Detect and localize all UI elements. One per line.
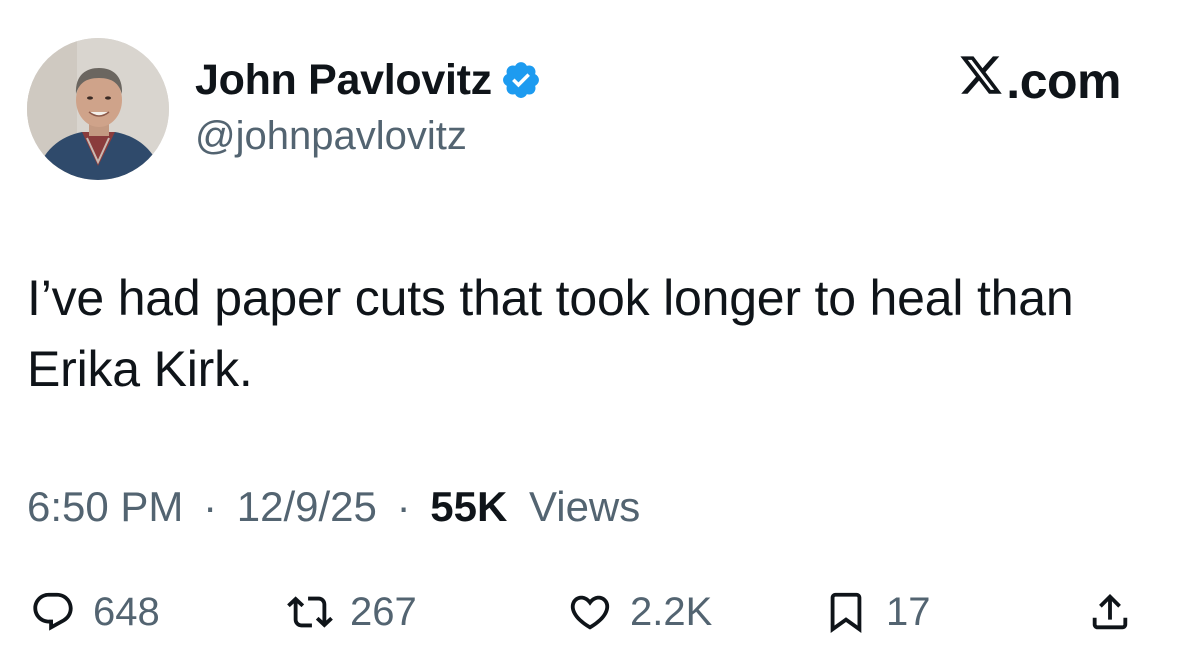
- reply-icon: [33, 592, 73, 631]
- meta-separator: ·: [203, 483, 218, 530]
- source-label: .com: [958, 52, 1121, 110]
- tweet-time[interactable]: 6:50 PM: [27, 483, 183, 530]
- x-logo-icon: [958, 52, 1006, 110]
- views-count: 55K: [430, 483, 508, 530]
- tweet-date[interactable]: 12/9/25: [237, 483, 377, 530]
- source-domain-text: .com: [1006, 53, 1121, 109]
- share-icon: [1092, 593, 1128, 630]
- bookmark-button[interactable]: 17: [823, 585, 931, 639]
- tweet-card: John Pavlovitz @johnpavlovitz .com I’ve …: [0, 0, 1179, 657]
- reply-button[interactable]: 648: [30, 585, 160, 639]
- like-icon: [570, 595, 610, 630]
- repost-icon: [287, 596, 333, 628]
- bookmark-icon: [830, 592, 862, 633]
- like-button[interactable]: 2.2K: [567, 585, 712, 639]
- author-name-row: John Pavlovitz: [195, 55, 542, 105]
- author-handle[interactable]: @johnpavlovitz: [195, 114, 467, 159]
- like-count: 2.2K: [630, 589, 713, 634]
- avatar[interactable]: [27, 38, 169, 180]
- reply-count: 648: [93, 589, 160, 634]
- bookmark-count: 17: [886, 589, 931, 634]
- views-label: Views: [528, 483, 641, 530]
- author-display-name[interactable]: John Pavlovitz: [195, 56, 492, 105]
- repost-count: 267: [350, 589, 417, 634]
- action-bar: 648 267 2.2K 17: [0, 585, 1179, 639]
- share-button[interactable]: [1087, 585, 1133, 639]
- repost-button[interactable]: 267: [287, 585, 417, 639]
- meta-separator: ·: [396, 483, 411, 530]
- tweet-text: I’ve had paper cuts that took longer to …: [27, 270, 1074, 397]
- tweet-meta: 6:50 PM · 12/9/25 · 55K Views: [27, 483, 640, 531]
- avatar-image: [27, 38, 169, 180]
- verified-badge-icon[interactable]: [500, 59, 542, 101]
